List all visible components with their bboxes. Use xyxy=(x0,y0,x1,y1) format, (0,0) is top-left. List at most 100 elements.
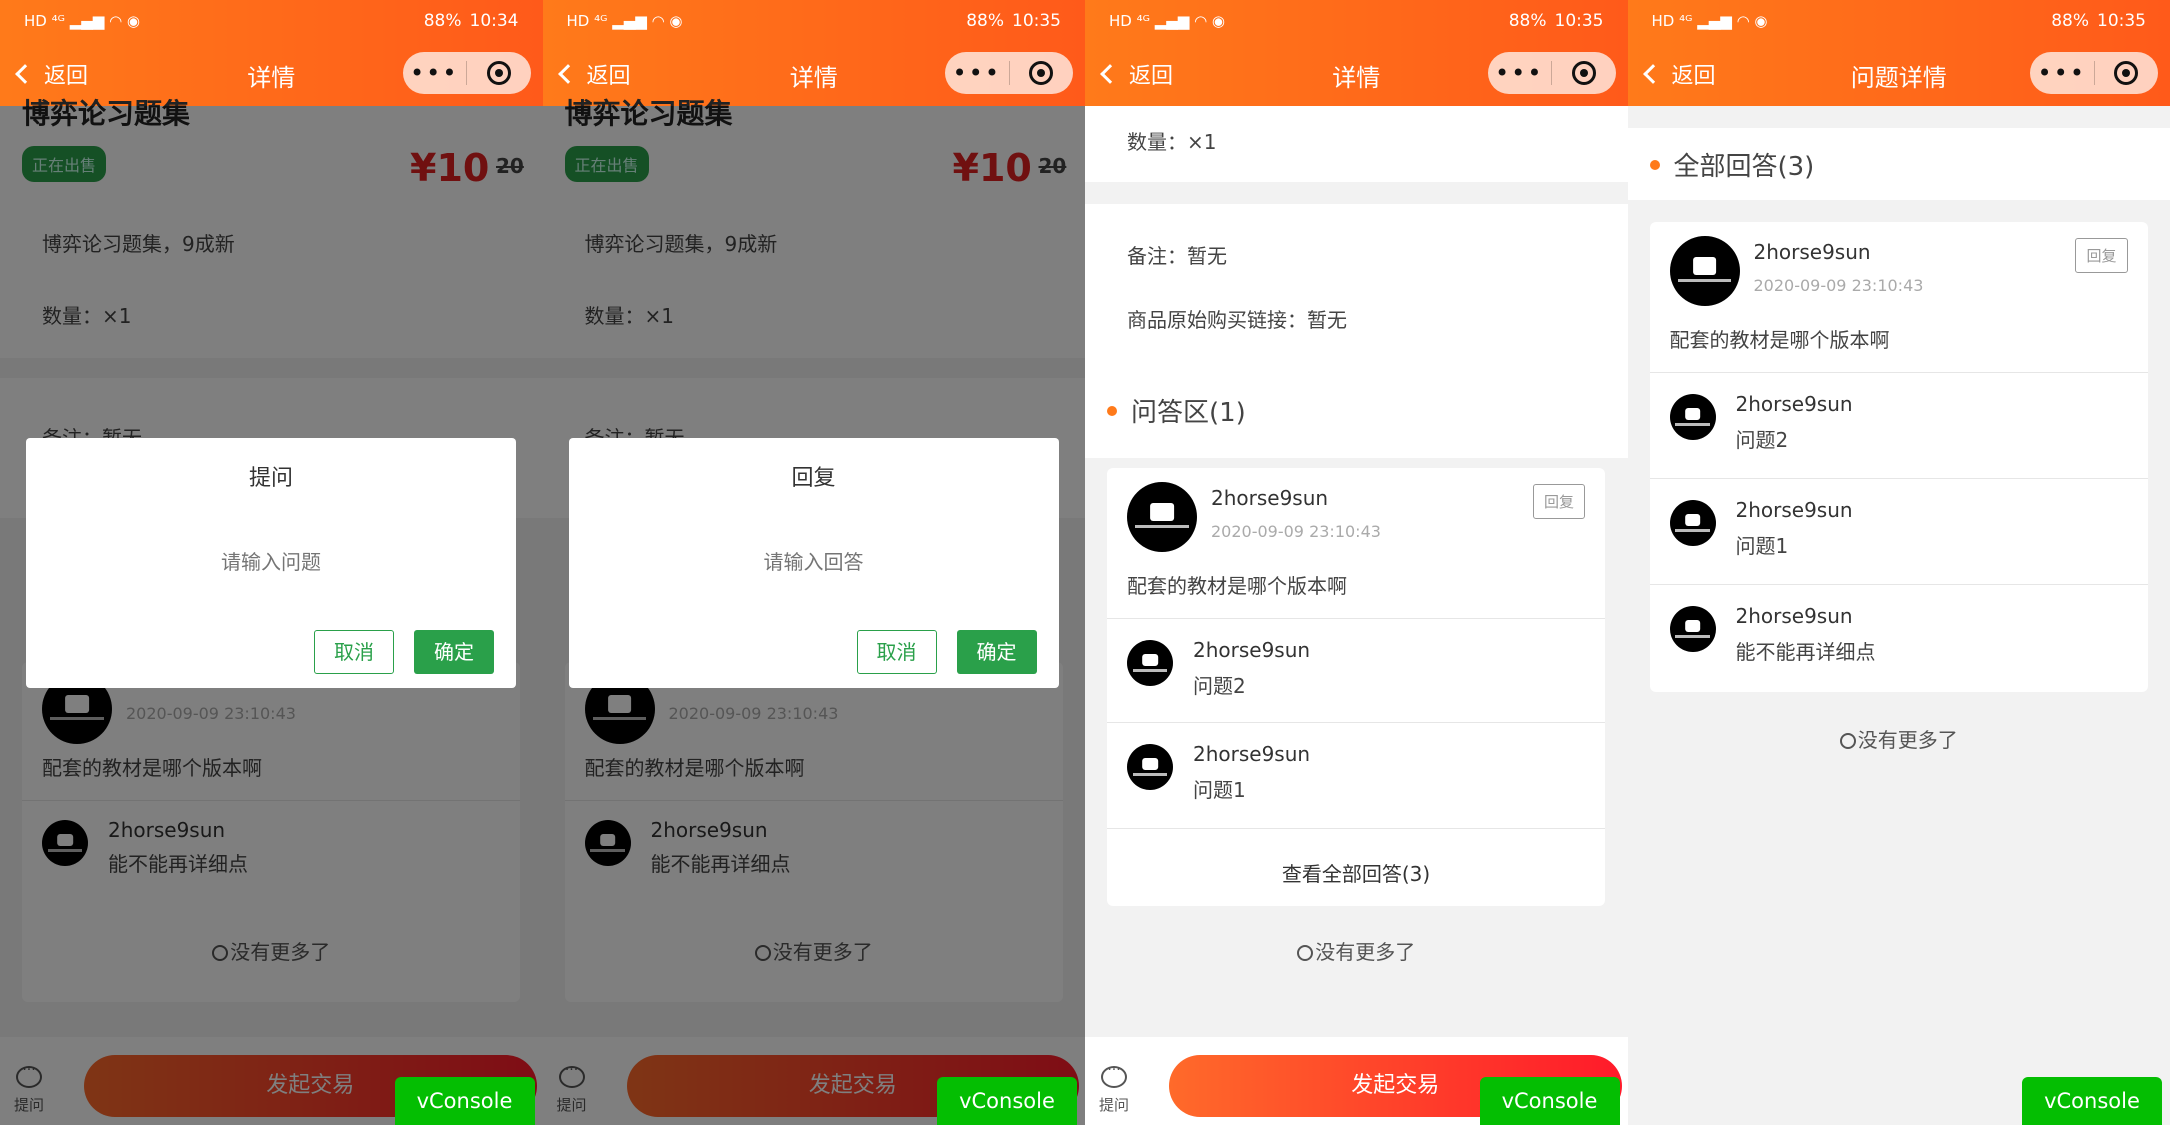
screen-reply-dialog: HD ⁴ᴳ ▂▄▆ ◠ ◉ 88% 10:35 返回 详情 ••• 博弈论习题集… xyxy=(542,0,1085,1125)
avatar xyxy=(1127,640,1173,686)
answer-text: 问题1 xyxy=(1735,534,1789,558)
mini-program-capsule: ••• xyxy=(2030,52,2158,94)
avatar xyxy=(1127,744,1173,790)
question-input[interactable] xyxy=(26,550,516,574)
vconsole-button[interactable]: vConsole xyxy=(394,1077,535,1125)
mini-program-capsule: ••• xyxy=(945,52,1073,94)
back-button[interactable]: 返回 xyxy=(557,58,631,90)
view-all-answers-link[interactable]: 查看全部回答(3) xyxy=(1107,858,1605,887)
clock: 10:35 xyxy=(1012,11,1061,31)
answer-user: 2horse9sun xyxy=(1193,638,1311,662)
item-remark: 备注：暂无 xyxy=(1127,244,1227,268)
smile-icon xyxy=(1297,945,1314,961)
reply-button[interactable]: 回复 xyxy=(2075,238,2128,273)
qa-card: 2horse9sun 2020-09-09 23:10:43 回复 配套的教材是… xyxy=(1107,468,1605,906)
question-user: 2horse9sun xyxy=(1753,240,1871,264)
question-date: 2020-09-09 23:10:43 xyxy=(1211,522,1381,541)
smile-icon xyxy=(1839,733,1856,749)
item-quantity: 数量：×1 xyxy=(1127,130,1217,154)
answer-user: 2horse9sun xyxy=(1735,604,1853,628)
vconsole-button[interactable]: vConsole xyxy=(937,1077,1077,1125)
confirm-button[interactable]: 确定 xyxy=(956,630,1037,674)
screenshot-strip: HD ⁴ᴳ ▂▄▆ ◠ ◉ 88% 10:34 返回 详情 ••• 博弈论习题集… xyxy=(0,0,2170,1125)
qa-section-title: 问答区(1) xyxy=(1131,398,1246,428)
status-left-icons: HD ⁴ᴳ ▂▄▆ ◠ ◉ xyxy=(1651,12,1768,30)
status-left-icons: HD ⁴ᴳ ▂▄▆ ◠ ◉ xyxy=(24,12,141,30)
battery-level: 88% xyxy=(1508,11,1547,31)
chevron-left-icon xyxy=(1100,64,1120,84)
close-target-icon[interactable] xyxy=(1010,61,1074,85)
close-target-icon[interactable] xyxy=(1552,61,1616,85)
chevron-left-icon xyxy=(557,64,578,84)
back-button[interactable]: 返回 xyxy=(1100,58,1173,90)
status-left-icons: HD ⁴ᴳ ▂▄▆ ◠ ◉ xyxy=(566,12,683,30)
battery-level: 88% xyxy=(966,11,1004,31)
answer-text: 问题1 xyxy=(1193,778,1246,802)
more-icon[interactable]: ••• xyxy=(2030,59,2094,87)
chevron-left-icon xyxy=(1642,64,1663,84)
close-target-icon[interactable] xyxy=(2095,61,2159,85)
back-button[interactable]: 返回 xyxy=(15,58,88,90)
answer-user: 2horse9sun xyxy=(1735,498,1853,522)
screen-detail-qa: HD ⁴ᴳ ▂▄▆ ◠ ◉ 88% 10:35 返回 详情 ••• 数量：×1 … xyxy=(1085,0,1628,1125)
all-answers-title: 全部回答(3) xyxy=(1673,152,1815,182)
question-detail-content: 全部回答(3) 2horse9sun 2020-09-09 23:10:43 回… xyxy=(1627,106,2170,1125)
close-target-icon[interactable] xyxy=(467,61,531,85)
battery-level: 88% xyxy=(2051,11,2089,31)
battery-level: 88% xyxy=(423,11,462,31)
ask-button[interactable]: 提问 xyxy=(1099,1062,1129,1115)
clock: 10:34 xyxy=(469,11,519,31)
qa-header: 问答区(1) xyxy=(1085,374,1628,446)
dialog-title: 回复 xyxy=(791,466,836,491)
answer-user: 2horse9sun xyxy=(1735,392,1853,416)
question-text: 配套的教材是哪个版本啊 xyxy=(1669,328,1890,352)
more-icon[interactable]: ••• xyxy=(403,59,467,87)
confirm-button[interactable]: 确定 xyxy=(414,630,494,674)
reply-button[interactable]: 回复 xyxy=(1532,484,1585,519)
answer-text: 能不能再详细点 xyxy=(1735,640,1876,664)
status-bar: HD ⁴ᴳ ▂▄▆ ◠ ◉ 88% 10:35 xyxy=(1627,0,2170,42)
status-left-icons: HD ⁴ᴳ ▂▄▆ ◠ ◉ xyxy=(1109,12,1226,30)
question-user: 2horse9sun xyxy=(1211,486,1329,510)
bullet-dot-icon xyxy=(1649,159,1660,170)
cancel-button[interactable]: 取消 xyxy=(856,630,937,674)
answer-input[interactable] xyxy=(568,550,1059,574)
screen-question-detail: HD ⁴ᴳ ▂▄▆ ◠ ◉ 88% 10:35 返回 问题详情 ••• 全部回答… xyxy=(1627,0,2170,1125)
question-text: 配套的教材是哪个版本啊 xyxy=(1127,574,1347,598)
detail-content: 数量：×1 备注：暂无 商品原始购买链接：暂无 问答区(1) 2horse9su… xyxy=(1085,106,1628,1125)
no-more-hint: 没有更多了 xyxy=(1628,724,2170,753)
nav-bar: 返回 问题详情 ••• xyxy=(1627,42,2170,106)
vconsole-button[interactable]: vConsole xyxy=(2022,1077,2162,1125)
back-button[interactable]: 返回 xyxy=(1642,58,1716,90)
mini-program-capsule: ••• xyxy=(402,52,531,94)
answer-text: 问题2 xyxy=(1193,674,1246,698)
status-bar: HD ⁴ᴳ ▂▄▆ ◠ ◉ 88% 10:35 xyxy=(542,0,1085,42)
clock: 10:35 xyxy=(2097,11,2146,31)
question-card: 2horse9sun 2020-09-09 23:10:43 回复 配套的教材是… xyxy=(1649,222,2148,692)
reply-dialog: 回复 取消 确定 xyxy=(568,438,1059,688)
question-date: 2020-09-09 23:10:43 xyxy=(1753,276,1924,295)
nav-bar: 返回 详情 ••• xyxy=(1085,42,1628,106)
screen-ask-dialog: HD ⁴ᴳ ▂▄▆ ◠ ◉ 88% 10:34 返回 详情 ••• 博弈论习题集… xyxy=(0,0,543,1125)
answer-text: 问题2 xyxy=(1735,428,1789,452)
status-bar: HD ⁴ᴳ ▂▄▆ ◠ ◉ 88% 10:35 xyxy=(1085,0,1628,42)
answer-user: 2horse9sun xyxy=(1193,742,1311,766)
clock: 10:35 xyxy=(1554,11,1604,31)
bullet-dot-icon xyxy=(1107,405,1117,416)
dialog-title: 提问 xyxy=(248,466,293,491)
more-icon[interactable]: ••• xyxy=(1488,59,1552,87)
original-link: 商品原始购买链接：暂无 xyxy=(1127,308,1347,332)
avatar xyxy=(1669,394,1716,440)
avatar xyxy=(1669,606,1716,652)
cancel-button[interactable]: 取消 xyxy=(314,630,394,674)
ask-dialog: 提问 取消 确定 xyxy=(26,438,516,688)
mini-program-capsule: ••• xyxy=(1487,52,1616,94)
vconsole-button[interactable]: vConsole xyxy=(1479,1077,1620,1125)
avatar xyxy=(1669,500,1716,546)
more-icon[interactable]: ••• xyxy=(945,59,1009,87)
item-card: 数量：×1 xyxy=(1085,106,1628,182)
status-bar: HD ⁴ᴳ ▂▄▆ ◠ ◉ 88% 10:34 xyxy=(0,0,543,42)
avatar xyxy=(1669,236,1740,306)
chevron-left-icon xyxy=(15,64,35,84)
no-more-hint: 没有更多了 xyxy=(1085,936,1628,965)
